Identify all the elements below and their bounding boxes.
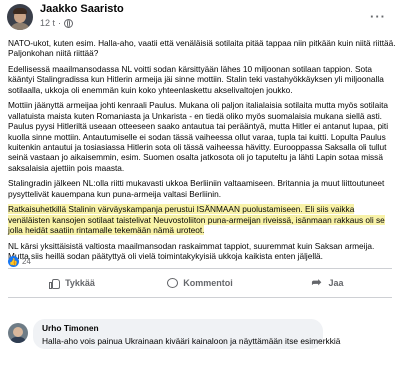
comment-bubble-icon [167,277,179,289]
divider [8,268,392,269]
action-bar: Tykkää Kommentoi Jaa [8,272,392,294]
share-label: Jaa [328,278,344,288]
share-button[interactable]: Jaa [264,272,392,294]
comment-label: Kommentoi [183,278,233,288]
thumbs-up-icon [49,278,61,289]
meta-separator: · [58,18,62,28]
like-button[interactable]: Tykkää [8,272,136,294]
highlighted-paragraph: Ratkaisuhetkillä Stalinin värväyskampanj… [8,204,396,236]
share-arrow-icon [311,275,323,289]
post-header: Jaakko Saaristo 12 t · ··· [0,0,400,36]
like-reaction-icon: 👍 [8,256,19,267]
divider [8,297,392,298]
comment-bubble: Urho Timonen Halla-aho vois painua Ukrai… [33,319,341,349]
commenter-name[interactable]: Urho Timonen [42,323,314,333]
more-options-button[interactable]: ··· [368,8,388,24]
post-text: NATO-ukot, kuten esim. Halla-aho, vaatii… [8,38,396,267]
post-paragraph: Mottiin jäänyttä armeijaa johti kenraali… [8,100,389,173]
like-label: Tykkää [65,278,95,288]
post-meta: 12 t · [40,18,74,28]
comment-button[interactable]: Kommentoi [136,272,264,294]
globe-icon [64,18,74,28]
post-timestamp[interactable]: 12 t [40,18,55,28]
commenter-avatar[interactable] [8,323,28,343]
author-avatar[interactable] [7,4,33,30]
reaction-count: 24 [22,257,31,266]
post-paragraph: Edellisessä maailmansodassa NL voitti so… [8,64,384,95]
reaction-summary[interactable]: 👍 24 [8,256,31,267]
post-paragraph: NL kärsi yksittäisistä valtiosta maailma… [8,240,375,262]
post-paragraph: Stalingradin jälkeen NL:olla riitti muka… [8,178,385,199]
author-name[interactable]: Jaakko Saaristo [40,3,124,15]
comment-text: Halla-aho vois painua Ukrainaan kivääri … [42,336,341,346]
post-paragraph: NATO-ukot, kuten esim. Halla-aho, vaatii… [8,38,396,59]
highlighted-text: Ratkaisuhetkillä Stalinin värväyskampanj… [8,204,385,236]
comment: Urho Timonen Halla-aho vois painua Ukrai… [8,319,398,365]
more-options-icon: ··· [370,8,386,24]
